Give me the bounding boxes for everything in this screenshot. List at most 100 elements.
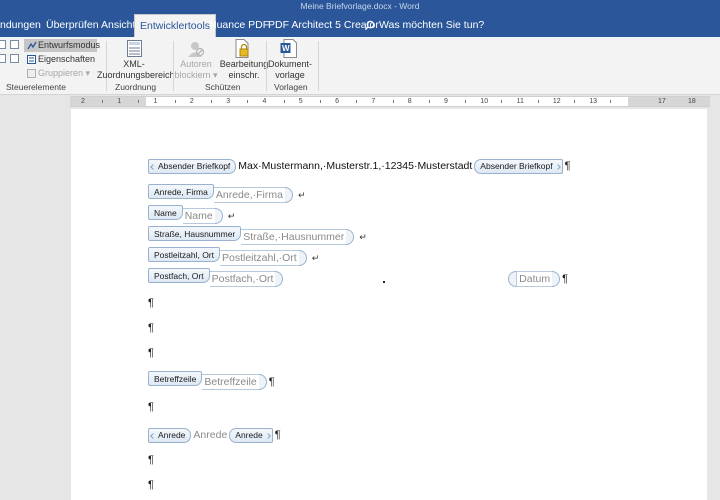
content-control-tag[interactable]: Anrede [148, 427, 192, 443]
paragraph-mark: ¶ [148, 454, 154, 466]
ruler-number: 5 [298, 98, 303, 105]
placeholder-postfach[interactable]: Postfach,·Ort [209, 271, 276, 287]
tab-entwicklertools[interactable]: Entwicklertools [134, 14, 217, 37]
content-control-end[interactable] [346, 229, 355, 245]
tab-sendungen[interactable]: ndungen [0, 14, 43, 37]
ribbon: Entwurfsmodus Eigenschaften Gruppieren ▾… [0, 37, 720, 95]
content-control-tag[interactable]: Absender Briefkopf [148, 158, 237, 174]
paragraph-mark: ¶ [148, 347, 154, 359]
horizontal-ruler[interactable]: 2 1 1 2 3 4 5 6 7 8 9 10 11 12 13 17 18 [70, 96, 710, 107]
paragraph-mark: ¶ [148, 401, 154, 413]
content-control-tag[interactable]: Betreffzeile [148, 371, 203, 386]
tab-mark [383, 281, 385, 283]
paragraph-mark: ¶ [562, 273, 568, 285]
ruler-tick [174, 100, 176, 103]
control-icon[interactable] [10, 40, 19, 49]
design-mode-icon [27, 41, 37, 50]
content-control-tag[interactable]: Postfach, Ort [148, 268, 210, 283]
ruler-number: 2 [189, 98, 194, 105]
empty-paragraph[interactable]: ¶ [148, 476, 154, 494]
empty-paragraph[interactable]: ¶ [148, 451, 154, 469]
ruler-tick [102, 100, 104, 103]
ruler-tick [610, 100, 612, 103]
ruler-tick [319, 100, 321, 103]
control-icon[interactable] [0, 40, 6, 49]
ruler-number: 11 [516, 98, 524, 105]
content-control-end[interactable] [258, 374, 267, 390]
empty-paragraph[interactable]: ¶ [148, 294, 154, 312]
document-template-icon: W [280, 39, 297, 58]
empty-paragraph[interactable]: ¶ [148, 344, 154, 362]
content-control-tag[interactable]: Absender Briefkopf [474, 158, 563, 174]
svg-text:W: W [282, 44, 290, 53]
line-break-mark: ↵ [297, 189, 306, 200]
empty-paragraph[interactable]: ¶ [148, 398, 154, 416]
group-button[interactable]: Gruppieren ▾ [38, 68, 90, 79]
content-control-end[interactable] [298, 250, 307, 266]
xml-mapping-button[interactable]: XML- Zuordnungsbereich [97, 59, 175, 81]
ribbon-tabs: ndungen Überprüfen Ansicht Entwicklertoo… [0, 14, 720, 37]
content-control-tag[interactable]: Name [148, 205, 183, 220]
paragraph-mark: ¶ [148, 479, 154, 491]
restrict-editing-button[interactable]: Bearbeitung einschr. [219, 59, 269, 81]
ruler-number: 2 [81, 98, 85, 105]
content-control-tag[interactable]: Straße, Hausnummer [148, 226, 242, 241]
ruler-tick [247, 100, 249, 103]
tell-me-search[interactable]: Was möchten Sie tun? [362, 14, 486, 37]
paragraph-mark: ¶ [268, 376, 275, 388]
paragraph-mark: ¶ [274, 429, 281, 441]
anrede-line: Anrede Anrede Anrede ¶ [148, 426, 281, 444]
content-control-tag[interactable]: Anrede, Firma [148, 184, 214, 199]
ruler-tick [283, 100, 285, 103]
header-text[interactable]: Max·Mustermann,·Musterstr.1,·12345·Muste… [236, 160, 474, 172]
content-control-tag[interactable]: Anrede [229, 427, 273, 443]
properties-button[interactable]: Eigenschaften [38, 54, 95, 64]
tell-me-label: Was möchten Sie tun? [379, 19, 485, 31]
group-label-vorlagen: Vorlagen [274, 82, 308, 92]
content-control-end[interactable] [214, 208, 223, 224]
line-break-mark: ↵ [311, 252, 320, 263]
tab-ueberpruefen[interactable]: Überprüfen [44, 14, 101, 37]
empty-paragraph[interactable]: ¶ [148, 319, 154, 337]
content-control-start[interactable] [508, 271, 517, 287]
placeholder-anrede[interactable]: Anrede [191, 429, 229, 441]
placeholder-anrede-firma[interactable]: Anrede,·Firma [213, 187, 285, 203]
content-control-end[interactable] [284, 187, 293, 203]
placeholder-name[interactable]: Name [182, 208, 215, 224]
placeholder-betreff[interactable]: Betreffzeile [202, 374, 259, 390]
ruler-tick [392, 100, 394, 103]
paragraph-mark: ¶ [148, 322, 154, 334]
header-line: Absender Briefkopf Max·Mustermann,·Muste… [148, 157, 571, 175]
group-icon [27, 69, 36, 78]
control-icon[interactable] [10, 54, 19, 63]
ruler-tick [138, 100, 140, 103]
ruler-tick [465, 100, 467, 103]
properties-icon [27, 55, 36, 64]
tab-nuance-pdf[interactable]: Nuance PDF [207, 14, 271, 37]
placeholder-datum[interactable]: Datum [516, 271, 553, 287]
document-template-button[interactable]: Dokument- vorlage [264, 59, 316, 81]
block-authors-icon [188, 42, 205, 57]
block-authors-button[interactable]: Autoren blockiern ▾ [172, 59, 220, 81]
ruler-tick [537, 100, 539, 103]
ruler-number: 10 [480, 98, 489, 105]
plz-line: Postleitzahl, Ort Postleitzahl,·Ort ↵ [148, 247, 320, 267]
name-line: Name Name ↵ [148, 205, 235, 225]
control-icon[interactable] [0, 54, 6, 63]
tab-ansicht[interactable]: Ansicht [99, 14, 137, 37]
ruler-number: 8 [407, 98, 412, 105]
group-label-schuetzen: Schützen [205, 82, 241, 92]
document-page[interactable]: Absender Briefkopf Max·Mustermann,·Muste… [71, 109, 707, 500]
window-title: Meine Briefvorlage.docx - Word [0, 0, 720, 14]
ruler-number: 13 [589, 98, 597, 105]
ruler-tick [356, 100, 358, 103]
content-control-end[interactable] [552, 271, 561, 287]
ruler-number: 7 [371, 98, 376, 105]
content-control-end[interactable] [275, 271, 284, 287]
group-label-zuordnung: Zuordnung [115, 82, 157, 92]
design-mode-button[interactable]: Entwurfsmodus [38, 40, 100, 50]
placeholder-strasse[interactable]: Straße,·Hausnummer [241, 229, 347, 245]
placeholder-plz[interactable]: Postleitzahl,·Ort [220, 250, 299, 266]
content-control-tag[interactable]: Postleitzahl, Ort [148, 247, 220, 262]
betreff-line: Betreffzeile Betreffzeile ¶ [148, 371, 275, 391]
